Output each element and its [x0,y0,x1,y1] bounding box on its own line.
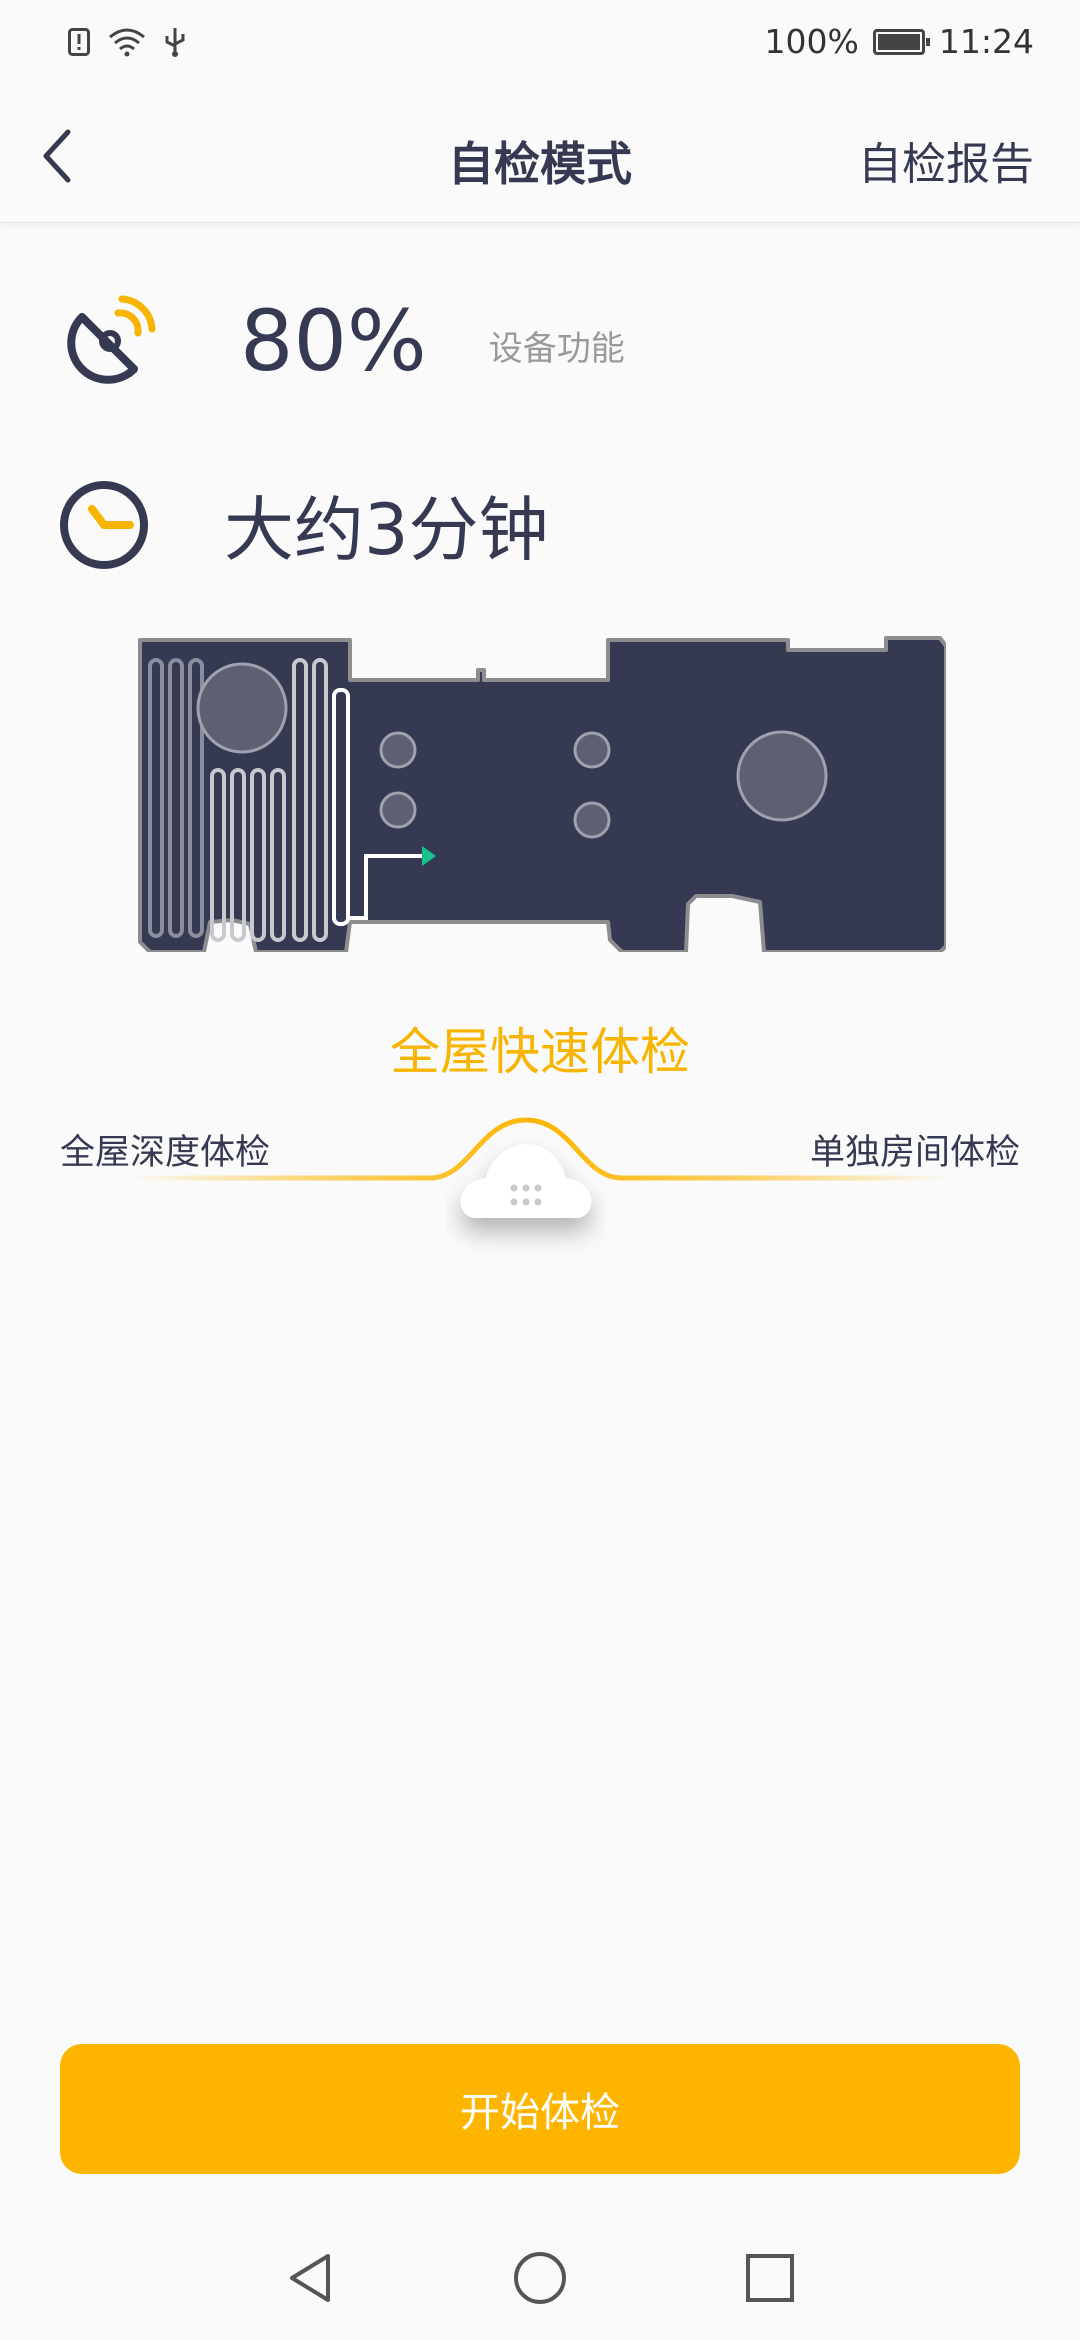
battery-percent: 100% [764,22,859,61]
usb-icon [165,28,185,57]
function-label: 设备功能 [488,328,625,369]
battery-charging-icon [872,28,930,55]
system-nav-bar [0,2214,1080,2340]
selected-mode-label: 全屋快速体检 [390,1023,690,1081]
duration-text: 大约3分钟 [224,489,549,571]
nav-back-button[interactable] [278,2246,342,2310]
clock-time: 11:24 [938,22,1034,61]
status-icons-right: 100% 11:24 [765,22,1034,61]
battery-level [877,33,920,50]
mode-slider-handle[interactable] [446,1132,606,1256]
app-header: 自检模式 自检报告 [0,90,1080,223]
duration-stat: 大约3分钟 [58,474,549,575]
recents-square-icon [746,2254,794,2302]
satellite-dish-icon [67,295,156,384]
floor-plan-icon [138,636,946,952]
nav-recents-button[interactable] [738,2246,802,2310]
start-check-button[interactable]: 开始体检 [60,2044,1020,2174]
status-icons-left [68,26,186,58]
alert-card-icon [68,28,90,56]
back-triangle-icon [290,2254,330,2302]
function-percent: 80% [240,292,427,390]
function-stat: 80% 设备功能 [58,292,625,390]
status-bar: 100% 11:24 [0,0,1080,90]
home-circle-icon [514,2252,566,2304]
report-link[interactable]: 自检报告 [858,128,1034,192]
nav-home-button[interactable] [508,2246,572,2310]
clock-icon [60,480,148,569]
wifi-icon [109,28,145,57]
